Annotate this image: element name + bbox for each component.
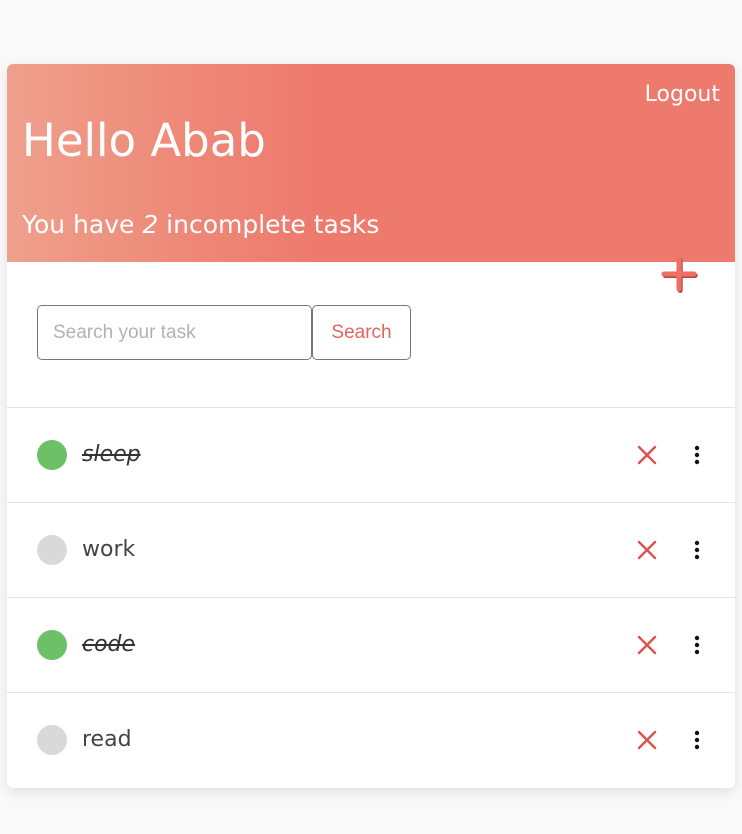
task-name: code: [82, 632, 136, 657]
summary-prefix: You have: [22, 210, 143, 239]
task-row: sleep: [7, 408, 735, 503]
task-row: work: [7, 503, 735, 598]
task-list: sleep work code read: [7, 408, 735, 787]
task-name: read: [82, 727, 132, 752]
more-vertical-icon[interactable]: [690, 634, 704, 656]
task-status-toggle[interactable]: [37, 725, 67, 755]
search-button[interactable]: Search: [312, 305, 411, 360]
todo-card: Logout Hello Abab You have 2 incomplete …: [7, 64, 735, 788]
logout-link[interactable]: Logout: [645, 82, 720, 107]
search-input[interactable]: [37, 305, 312, 360]
more-vertical-icon[interactable]: [690, 444, 704, 466]
toolbar: Search: [7, 262, 735, 408]
close-icon[interactable]: [636, 539, 658, 561]
task-status-toggle[interactable]: [37, 630, 67, 660]
task-row: read: [7, 693, 735, 787]
incomplete-count: 2: [142, 210, 159, 239]
task-status-toggle[interactable]: [37, 535, 67, 565]
close-icon[interactable]: [636, 444, 658, 466]
plus-icon: [661, 256, 698, 293]
summary-suffix: incomplete tasks: [158, 210, 380, 239]
task-row: code: [7, 598, 735, 693]
task-name: work: [82, 537, 136, 562]
task-name: sleep: [82, 442, 141, 467]
task-status-toggle[interactable]: [37, 440, 67, 470]
close-icon[interactable]: [636, 729, 658, 751]
add-task-button[interactable]: [660, 255, 698, 293]
greeting-title: Hello Abab: [22, 114, 266, 167]
more-vertical-icon[interactable]: [690, 539, 704, 561]
close-icon[interactable]: [636, 634, 658, 656]
more-vertical-icon[interactable]: [690, 729, 704, 751]
header: Logout Hello Abab You have 2 incomplete …: [7, 64, 735, 262]
task-summary: You have 2 incomplete tasks: [22, 210, 379, 239]
